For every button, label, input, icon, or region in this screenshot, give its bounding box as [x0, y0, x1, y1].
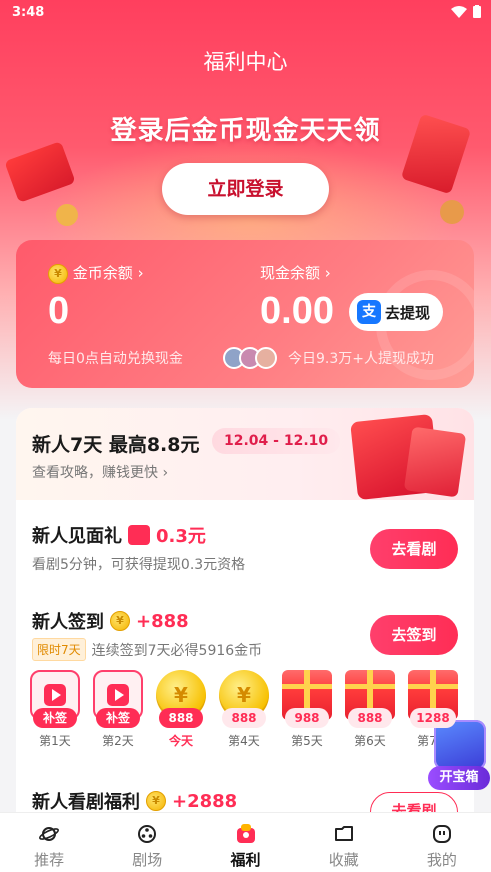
coin-decoration-right [440, 200, 464, 224]
coin-balance-value: 0 [48, 290, 70, 332]
bottom-tab-bar: 推荐 剧场 福利 收藏 我的 [0, 812, 491, 872]
newbie-banner-title: 新人7天 最高8.8元 [32, 434, 200, 456]
coin-balance-label: 金币余额 [72, 264, 133, 282]
withdraw-button[interactable]: 支 去提现 [349, 293, 443, 331]
face-icon [431, 823, 453, 845]
checkin-day-badge: 888 [159, 708, 203, 728]
tab-label: 剧场 [132, 851, 163, 869]
checkin-day-label: 第2天 [102, 734, 134, 748]
chevron-right-icon: › [162, 465, 169, 481]
play-triangle-icon [107, 684, 129, 706]
checkin-day-label: 今天 [168, 734, 193, 748]
checkin-day-badge: 988 [285, 708, 329, 728]
checkin-day[interactable]: ¥888 第4天 [219, 670, 269, 749]
tab-film-reel[interactable]: 剧场 [98, 813, 196, 872]
red-envelope-icon [403, 426, 467, 498]
alipay-icon: 支 [357, 300, 381, 324]
task-desc-row: 限时7天 连续签到7天必得5916金币 [32, 638, 262, 661]
battery-icon [473, 5, 481, 18]
checkin-day[interactable]: 补签第2天 [93, 670, 143, 749]
login-button[interactable]: 立即登录 [162, 163, 329, 215]
task-name: 新人看剧福利 [32, 792, 140, 813]
checkin-day-label: 第4天 [228, 734, 260, 748]
planet-icon [38, 823, 60, 845]
checkin-day-label: 第5天 [291, 734, 323, 748]
tab-label: 收藏 [328, 851, 359, 869]
checkin-day-label: 第1天 [39, 734, 71, 748]
chevron-right-icon: › [137, 264, 144, 282]
avatar [255, 347, 277, 369]
checkin-day-label: 第6天 [354, 734, 386, 748]
wifi-icon [451, 5, 467, 18]
play-triangle-icon [44, 684, 66, 706]
withdraw-note: 今日9.3万+人提现成功 [288, 351, 434, 367]
checkin-day-badge: 补签 [33, 708, 77, 728]
coin-icon: ¥ [146, 791, 166, 811]
tasks-panel: 新人7天 最高8.8元 12.04 - 12.10 查看攻略，赚钱更快 › 新人… [16, 408, 474, 828]
treasure-chest-button[interactable]: 开宝箱 [428, 720, 490, 794]
tab-folder[interactable]: 收藏 [295, 813, 393, 872]
newbie-guide-link[interactable]: 查看攻略，赚钱更快 › [32, 462, 168, 482]
coin-balance-note: 每日0点自动兑换现金 [48, 351, 183, 367]
checkin-day-badge: 补签 [96, 708, 140, 728]
status-time: 3:48 [12, 5, 45, 20]
task-name: 新人签到 [32, 612, 104, 633]
tab-gift-badge[interactable]: 福利 [196, 813, 294, 872]
chevron-right-icon: › [324, 264, 331, 282]
coin-icon: ¥ [48, 263, 68, 284]
task-title-welcome-gift: 新人见面礼 0.3元 [32, 522, 206, 548]
checkin-day[interactable]: ¥888 今天 [156, 670, 206, 749]
task-reward: 0.3元 [156, 526, 206, 547]
task-title-checkin: 新人签到 ¥ +888 [32, 608, 189, 634]
login-headline: 登录后金币现金天天领 [110, 116, 381, 146]
folder-icon [333, 823, 355, 845]
checkin-days-row: 补签 第1天 补签 第2天 ¥888 今天 ¥888 第4天 988 第5天 888 第6天 1288 第… [30, 670, 458, 749]
checkin-day[interactable]: 888 第6天 [345, 670, 395, 749]
tab-label: 我的 [426, 851, 457, 869]
cash-balance-link[interactable]: 现金余额 › [260, 262, 331, 283]
newbie-guide-label: 查看攻略，赚钱更快 [32, 465, 158, 481]
status-icons [451, 5, 481, 18]
watch-drama-button[interactable]: 去看剧 [370, 529, 458, 569]
balance-card: ¥ 金币余额 › 0 每日0点自动兑换现金 现金余额 › 0.00 支 去提现 … [16, 240, 474, 388]
tab-label: 推荐 [34, 851, 65, 869]
tab-face[interactable]: 我的 [393, 813, 491, 872]
task-reward: +2888 [172, 790, 238, 812]
task-title-watch-bonus: 新人看剧福利 ¥ +2888 [32, 788, 237, 814]
checkin-day-badge: 1288 [410, 708, 456, 728]
coin-icon: ¥ [110, 611, 130, 631]
task-desc: 看剧5分钟，可获得提现0.3元资格 [32, 557, 246, 573]
user-avatars [223, 347, 277, 369]
checkin-button[interactable]: 去签到 [370, 615, 458, 655]
treasure-chest-label: 开宝箱 [428, 766, 490, 790]
task-reward: +888 [136, 610, 189, 632]
task-desc: 连续签到7天必得5916金币 [91, 642, 263, 659]
task-name: 新人见面礼 [32, 526, 122, 547]
gift-badge-icon [235, 823, 257, 845]
withdraw-button-label: 去提现 [385, 303, 431, 322]
checkin-day-badge: 888 [348, 708, 392, 728]
coin-balance-link[interactable]: ¥ 金币余额 › [48, 262, 144, 284]
newbie-banner[interactable]: 新人7天 最高8.8元 12.04 - 12.10 查看攻略，赚钱更快 › [16, 408, 474, 501]
film-reel-icon [136, 823, 158, 845]
checkin-day[interactable]: 988 第5天 [282, 670, 332, 749]
checkin-day-badge: 888 [222, 708, 266, 728]
checkin-day[interactable]: 补签第1天 [30, 670, 80, 749]
date-range-badge: 12.04 - 12.10 [212, 428, 341, 454]
tab-planet[interactable]: 推荐 [0, 813, 98, 872]
cash-balance-label: 现金余额 [260, 264, 321, 282]
tab-label: 福利 [230, 851, 261, 869]
gift-icon [128, 525, 150, 545]
status-bar: 3:48 [0, 0, 491, 26]
cash-balance-value: 0.00 [260, 290, 334, 332]
limited-time-tag: 限时7天 [32, 638, 86, 661]
page-title: 福利中心 [203, 50, 288, 74]
